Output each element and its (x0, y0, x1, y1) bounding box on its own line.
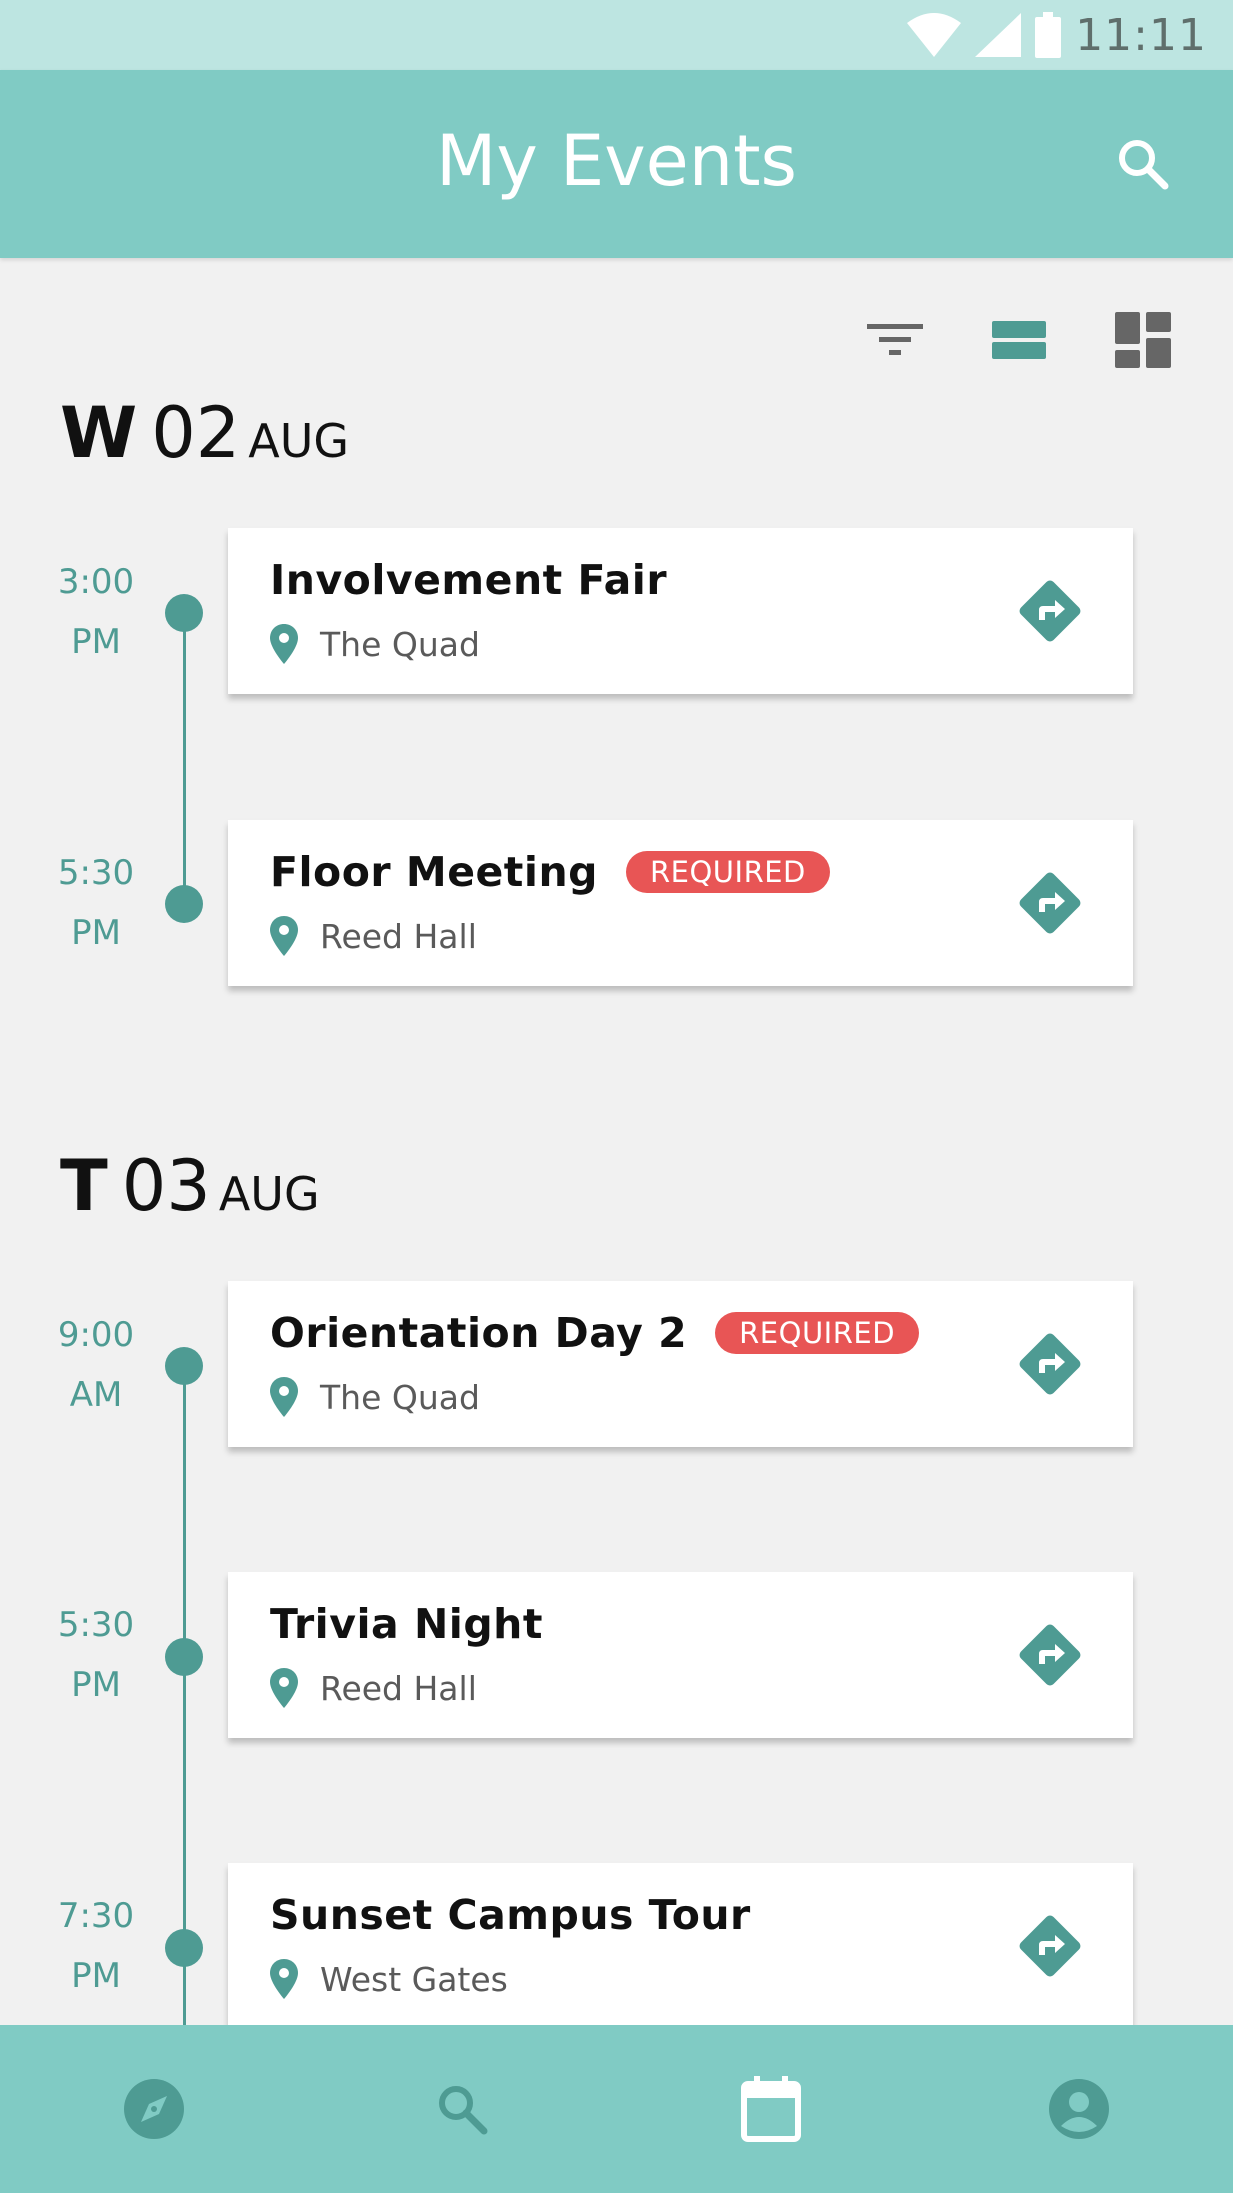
event-card[interactable]: Sunset Campus Tour West Gates (228, 1863, 1133, 2029)
search-icon (439, 2086, 488, 2135)
event-location: The Quad (320, 1377, 480, 1417)
location-pin-icon (270, 1377, 298, 1417)
status-bar: 11:11 (0, 0, 1233, 70)
event-time: 5:30 PM (57, 853, 135, 953)
event-title: Orientation Day 2 (270, 1309, 688, 1357)
nav-search[interactable] (308, 2025, 616, 2193)
required-badge: REQUIRED (626, 851, 830, 893)
directions-icon[interactable] (1015, 576, 1085, 646)
timeline-dot (165, 1638, 203, 1676)
day-month: AUG (218, 1167, 320, 1221)
directions-icon[interactable] (1015, 1620, 1085, 1690)
location-pin-icon (270, 624, 298, 664)
event-location: West Gates (320, 1959, 508, 1999)
event-title: Sunset Campus Tour (270, 1891, 751, 1939)
event-time: 9:00 AM (57, 1315, 135, 1415)
event-location: Reed Hall (320, 1668, 477, 1708)
directions-icon[interactable] (1015, 1329, 1085, 1399)
timeline-dot (165, 1929, 203, 1967)
event-time: 3:00 PM (57, 562, 135, 662)
day-letter: T (60, 1145, 108, 1227)
view-toggles (865, 310, 1173, 370)
app-bar: My Events (0, 70, 1233, 258)
event-card[interactable]: Floor Meeting REQUIRED Reed Hall (228, 820, 1133, 986)
directions-icon[interactable] (1015, 1911, 1085, 1981)
nav-account[interactable] (925, 2025, 1233, 2193)
timeline-line (183, 613, 186, 904)
timeline-dot (165, 1347, 203, 1385)
nav-explore[interactable] (0, 2025, 308, 2193)
day-number: 03 (121, 1145, 211, 1227)
battery-icon (1035, 12, 1062, 58)
event-location: The Quad (320, 624, 480, 664)
signal-icon (975, 13, 1022, 57)
day-number: 02 (151, 392, 241, 474)
nav-calendar[interactable] (617, 2025, 925, 2193)
timeline-line (183, 1366, 186, 2025)
day-month: AUG (248, 414, 350, 468)
timeline-dot (165, 885, 203, 923)
event-title: Involvement Fair (270, 556, 668, 604)
event-card[interactable]: Involvement Fair The Quad (228, 528, 1133, 694)
location-pin-icon (270, 1668, 298, 1708)
account-icon (1048, 2079, 1109, 2139)
explore-icon (124, 2079, 185, 2139)
event-time: 5:30 PM (57, 1605, 135, 1705)
bottom-nav (0, 2025, 1233, 2193)
event-card[interactable]: Trivia Night Reed Hall (228, 1572, 1133, 1738)
location-pin-icon (270, 1959, 298, 1999)
grid-view-icon[interactable] (1113, 310, 1173, 370)
list-view-icon[interactable] (989, 310, 1049, 370)
timeline-dot (165, 594, 203, 632)
page-title: My Events (435, 120, 798, 202)
day-letter: W (60, 392, 138, 474)
calendar-icon (740, 2076, 801, 2142)
location-pin-icon (270, 916, 298, 956)
event-time: 7:30 PM (57, 1896, 135, 1996)
event-location: Reed Hall (320, 916, 477, 956)
filter-icon[interactable] (865, 310, 925, 370)
directions-icon[interactable] (1015, 868, 1085, 938)
event-card[interactable]: Orientation Day 2 REQUIRED The Quad (228, 1281, 1133, 1447)
event-title: Trivia Night (270, 1600, 543, 1648)
day-header: W 02 AUG (60, 392, 349, 474)
event-title: Floor Meeting (270, 848, 598, 896)
day-header: T 03 AUG (60, 1145, 320, 1227)
search-icon[interactable] (1113, 134, 1173, 194)
wifi-icon (907, 13, 962, 57)
status-time: 11:11 (1075, 9, 1207, 61)
required-badge: REQUIRED (715, 1312, 920, 1354)
